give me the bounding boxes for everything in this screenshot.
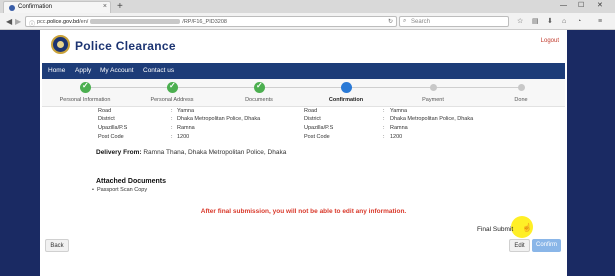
final-submission-warning: After final submission, you will not be … [200,208,407,215]
menu-item-home[interactable]: Home [48,67,65,74]
menu-item-contact-us[interactable]: Contact us [143,67,174,74]
menu-icon[interactable]: ≡ [598,16,602,27]
home-icon[interactable]: ⌂ [562,16,566,27]
forward-arrow-icon[interactable]: ▶ [15,16,21,27]
reading-list-icon[interactable]: ▤ [532,16,539,27]
edit-button[interactable]: Edit [509,239,530,252]
step-3-label: Documents [245,97,273,103]
back-button[interactable]: Back [45,239,69,252]
reload-icon[interactable]: ↻ [388,18,393,25]
url-text[interactable]: pcc.police.gov.bd/en//RP/F16_PID3208 [37,19,227,25]
url-redacted [90,19,181,25]
step-6-label: Done [514,97,528,103]
attached-document-item: Passport Scan Copy [92,187,147,193]
step-4-active-icon [341,82,352,93]
main-menu: Home Apply My Account Contact us [42,63,565,79]
logout-link[interactable]: Logout [541,38,559,44]
menu-item-apply[interactable]: Apply [75,67,91,74]
site-title: Police Clearance [75,39,176,53]
step-6-dot-icon [518,84,525,91]
attached-documents-heading: Attached Documents [96,178,167,185]
tab-close-icon[interactable]: × [103,3,107,10]
download-icon[interactable]: ⬇ [547,16,553,27]
step-3-check-icon [254,81,265,93]
pocket-icon[interactable]: ◔ [577,16,581,27]
page-content: Police Clearance Logout Home Apply My Ac… [40,30,567,276]
step-5-dot-icon [430,84,437,91]
step-5-label: Payment [422,97,444,103]
maximize-icon[interactable]: ☐ [578,0,584,12]
browser-navbar: ◀ ▶ ⓘ pcc.police.gov.bd/en//RP/F16_PID32… [0,13,615,30]
menu-item-my-account[interactable]: My Account [100,67,134,74]
delivery-label: Delivery From: [96,149,142,156]
step-1-label: Personal Information [59,97,111,103]
search-icon: ⌕ [403,18,407,24]
delivery-value: Ramna Thana, Dhaka Metropolitan Police, … [143,149,287,156]
hand-cursor-icon: ☝ [522,223,532,232]
back-arrow-icon[interactable]: ◀ [6,16,12,27]
tab-title: Confirmation [18,4,53,10]
step-2-check-icon [167,81,178,93]
browser-tabbar: Confirmation × + — ☐ ✕ [0,0,615,13]
url-bar[interactable]: ⓘ pcc.police.gov.bd/en//RP/F16_PID3208 ↻ [25,16,397,28]
delivery-info: Delivery From: Ramna Thana, Dhaka Metrop… [96,149,286,156]
progress-stepper: Personal Information Personal Address Do… [42,79,565,107]
close-window-icon[interactable]: ✕ [597,0,603,12]
new-tab-button[interactable]: + [117,0,123,13]
bookmark-star-icon[interactable]: ☆ [517,16,523,27]
browser-tab[interactable]: Confirmation × [3,1,111,13]
police-seal-logo [51,35,70,54]
stepper-line [85,87,521,88]
final-submit-checkbox-label[interactable]: Final Submit [477,226,513,233]
step-2-label: Personal Address [150,97,194,103]
minimize-icon[interactable]: — [560,0,567,12]
confirm-button[interactable]: Confirm [532,239,561,252]
search-placeholder: Search [411,19,431,25]
info-icon[interactable]: ⓘ [29,19,35,28]
favicon-icon [9,5,15,11]
search-bar[interactable]: ⌕ Search [399,16,509,27]
step-1-check-icon [80,81,91,93]
step-4-label: Confirmation [328,97,364,103]
